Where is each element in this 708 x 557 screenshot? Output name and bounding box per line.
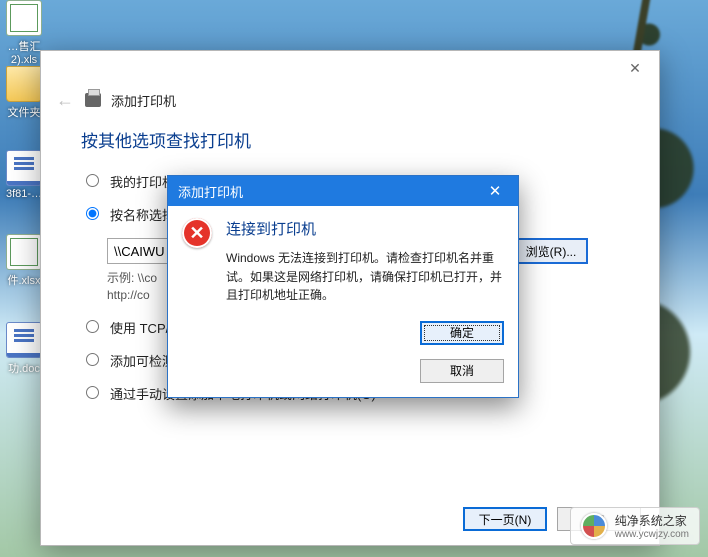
watermark-name: 纯净系统之家 xyxy=(615,514,687,528)
watermark-url: www.ycwjzy.com xyxy=(615,529,689,540)
error-dialog-titlebar[interactable]: 添加打印机 ✕ xyxy=(168,176,518,206)
doc-icon xyxy=(6,150,42,186)
desktop-icon-label: 文件夹 xyxy=(8,107,41,119)
radio-bluetooth-wireless[interactable] xyxy=(86,353,99,366)
arrow-left-icon: ← xyxy=(56,90,74,111)
xls-icon xyxy=(6,0,42,36)
wizard-header: ← 添加打印机 xyxy=(41,83,659,117)
back-button[interactable]: ← xyxy=(55,90,75,110)
page-heading: 按其他选项查找打印机 xyxy=(81,127,619,152)
hint-line-1: 示例: \\co xyxy=(107,271,157,285)
error-dialog-body: ✕ 连接到打印机 Windows 无法连接到打印机。请检查打印机名并重试。如果这… xyxy=(168,206,518,315)
close-icon: ✕ xyxy=(629,60,641,77)
window-titlebar[interactable]: ✕ xyxy=(41,51,659,83)
close-icon: ✕ xyxy=(489,182,502,200)
xls-icon xyxy=(6,234,42,270)
error-dialog: 添加打印机 ✕ ✕ 连接到打印机 Windows 无法连接到打印机。请检查打印机… xyxy=(167,175,519,398)
browse-button[interactable]: 浏览(R)... xyxy=(514,238,588,264)
desktop-icon-label: 功.doc xyxy=(8,363,40,375)
folder-icon xyxy=(6,66,42,102)
error-icon: ✕ xyxy=(182,218,212,248)
error-cancel-button[interactable]: 取消 xyxy=(420,359,504,383)
hint-line-2: http://co xyxy=(107,288,150,302)
watermark-badge: 纯净系统之家 www.ycwjzy.com xyxy=(570,507,700,545)
option-label: 我的打印机 xyxy=(110,172,175,191)
error-dialog-title: 添加打印机 xyxy=(178,182,243,201)
radio-tcpip[interactable] xyxy=(86,320,99,333)
next-button[interactable]: 下一页(N) xyxy=(463,507,547,531)
watermark-logo-icon xyxy=(581,513,607,539)
desktop-icon-label: …售汇 2).xls xyxy=(8,41,41,66)
radio-my-printer[interactable] xyxy=(86,174,99,187)
desktop-icon-label: 件.xlsx xyxy=(8,275,41,287)
error-heading: 连接到打印机 xyxy=(226,218,502,239)
desktop-icon-label: 3f81-… xyxy=(6,188,42,200)
wizard-title: 添加打印机 xyxy=(111,91,176,110)
add-printer-wizard-window: ✕ ← 添加打印机 按其他选项查找打印机 我的打印机 按名称选择共 浏览(R).… xyxy=(40,50,660,546)
error-dialog-buttons-2: 取消 xyxy=(168,359,518,397)
radio-by-name[interactable] xyxy=(86,207,99,220)
radio-manual-local[interactable] xyxy=(86,386,99,399)
error-dialog-buttons: 确定 xyxy=(168,315,518,359)
error-message: Windows 无法连接到打印机。请检查打印机名并重试。如果这是网络打印机，请确… xyxy=(226,249,502,305)
error-dialog-close-button[interactable]: ✕ xyxy=(476,179,514,203)
printer-icon xyxy=(85,93,101,107)
close-button[interactable]: ✕ xyxy=(617,57,653,79)
ok-button[interactable]: 确定 xyxy=(420,321,504,345)
doc-icon xyxy=(6,322,42,358)
wizard-footer: 下一页(N) 取 xyxy=(41,493,659,545)
